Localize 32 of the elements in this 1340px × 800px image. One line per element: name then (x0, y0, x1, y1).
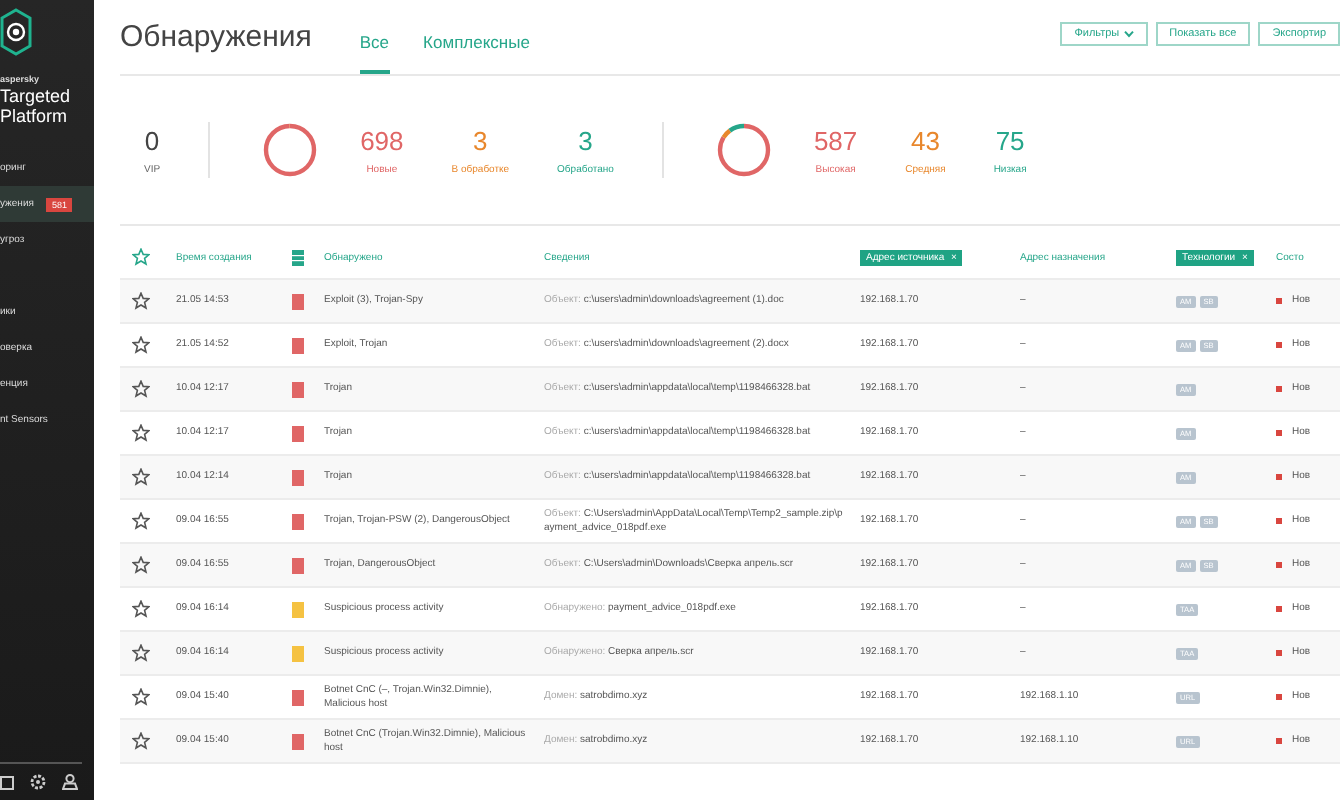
star-icon[interactable] (132, 556, 150, 574)
stat-value: 0 (144, 125, 160, 155)
settings-icon (30, 774, 46, 790)
person-icon (62, 774, 78, 790)
stat-value: 587 (813, 125, 858, 155)
tab[interactable]: Комплексные (423, 32, 530, 74)
star-icon[interactable] (132, 292, 150, 310)
stat-value: 3 (578, 125, 593, 155)
page-title: Обнаружения (120, 20, 312, 54)
tab[interactable]: Все (359, 32, 390, 74)
donut-chart-drawing (713, 120, 774, 180)
star-icon[interactable] (132, 424, 150, 442)
star-icon[interactable] (132, 732, 150, 750)
donut-chart-drawing (260, 120, 321, 180)
brand-text: Targeted (0, 86, 73, 106)
star-icon (132, 248, 150, 266)
star-icon[interactable] (132, 336, 150, 354)
star-icon[interactable] (132, 380, 150, 398)
severity-column-icon (292, 249, 304, 265)
stat-value: 3 (473, 125, 488, 155)
star-icon[interactable] (132, 600, 150, 618)
stat-value: 43 (911, 125, 940, 155)
hexagon-logo-icon (0, 8, 32, 56)
caret-icon (1123, 30, 1134, 38)
star-icon[interactable] (132, 512, 150, 530)
stat-value: 698 (360, 125, 404, 155)
star-icon[interactable] (132, 688, 150, 706)
star-icon[interactable] (132, 468, 150, 486)
stat-value: 75 (995, 125, 1025, 155)
star-icon[interactable] (132, 644, 150, 662)
square-icon (0, 775, 14, 789)
brand-text: Platform (0, 106, 70, 126)
